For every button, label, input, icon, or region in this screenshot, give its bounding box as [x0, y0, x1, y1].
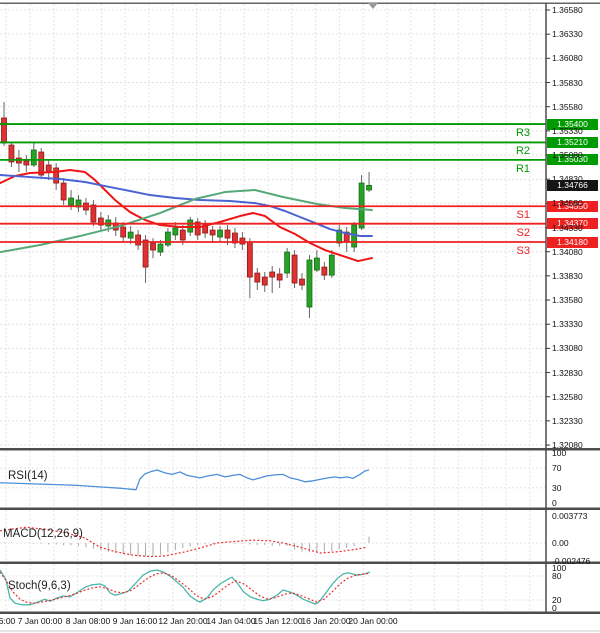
- forex-candlestick-chart: RSI(14) MACD(12,26,9) Stoch(9,6,3) 1.350…: [0, 0, 600, 633]
- candle-bear: [121, 227, 126, 237]
- candle-bear: [151, 243, 156, 250]
- candle-bull: [329, 255, 334, 275]
- candle-bear: [225, 230, 230, 238]
- candle-bear: [54, 168, 59, 183]
- candle-bear: [210, 230, 215, 235]
- candle-bull: [31, 150, 36, 165]
- candle-bear: [2, 118, 7, 143]
- candle-bear: [255, 273, 260, 282]
- candle-bull: [128, 232, 133, 238]
- candle-bear: [270, 272, 275, 277]
- candle-bear: [61, 183, 66, 200]
- candle-bear: [262, 277, 267, 285]
- candle-bear: [247, 242, 252, 277]
- chart-top-border: [0, 3, 600, 5]
- candle-bear: [24, 161, 29, 165]
- panel-divider: [0, 612, 600, 615]
- candle-bear: [240, 238, 245, 244]
- panel-divider: [0, 562, 600, 565]
- candle-bear: [91, 205, 96, 222]
- panel-divider: [0, 508, 600, 511]
- candle-bull: [173, 228, 178, 235]
- candle-bear: [292, 255, 297, 283]
- candle-bull: [188, 220, 193, 232]
- candle-bull: [285, 252, 290, 273]
- candle-bear: [277, 274, 282, 280]
- candle-bear: [322, 267, 327, 275]
- candle-bull: [69, 198, 74, 205]
- panel-divider: [0, 448, 600, 451]
- candle-bear: [143, 240, 148, 267]
- candle-bear: [180, 230, 185, 240]
- candle-bull: [367, 185, 372, 190]
- chart-bottom-border: [0, 631, 600, 632]
- candle-bull: [218, 230, 223, 237]
- rsi-line: [0, 470, 369, 490]
- candle-bear: [300, 279, 305, 285]
- chart-canvas: [0, 0, 600, 633]
- candle-bear: [136, 235, 141, 245]
- current-bar-marker-icon: [368, 3, 378, 9]
- candle-bull: [165, 232, 170, 245]
- macd-signal-line: [0, 527, 367, 556]
- candle-bear: [46, 165, 51, 172]
- candle-bull: [158, 244, 163, 252]
- candle-bull: [314, 258, 319, 270]
- candle-bull: [307, 260, 312, 307]
